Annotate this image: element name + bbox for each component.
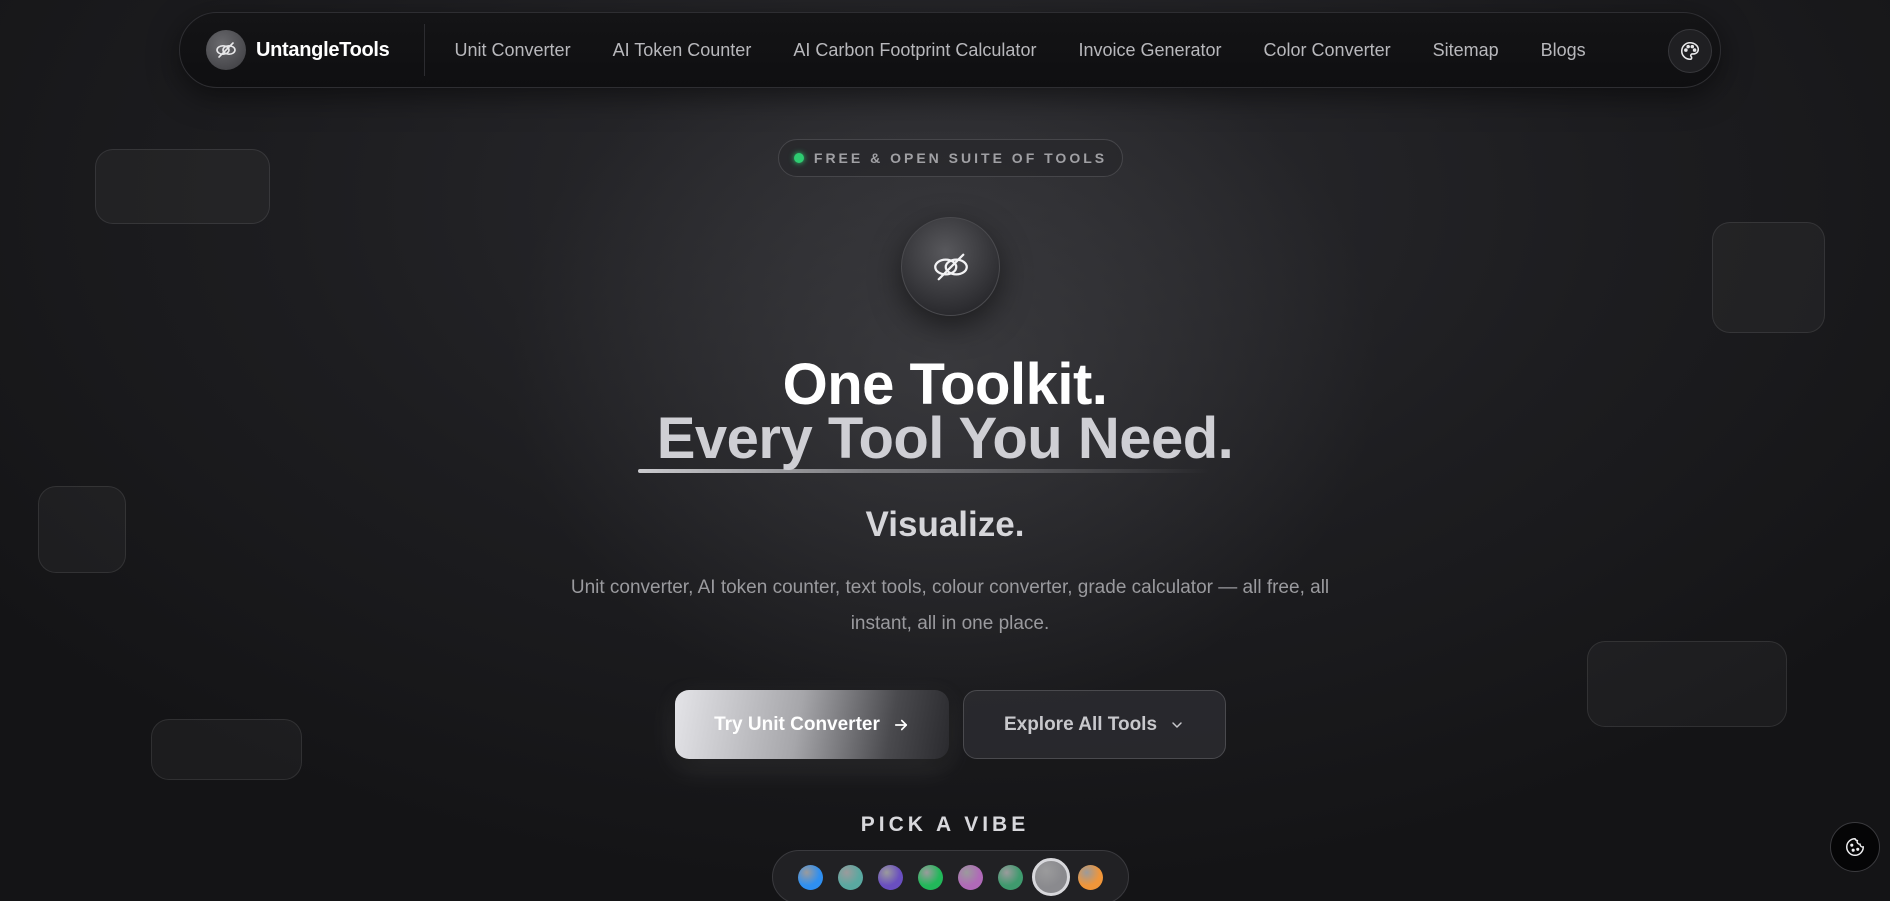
vibe-swatch-green[interactable] — [918, 864, 943, 890]
nav-link-ai-token-counter[interactable]: AI Token Counter — [613, 40, 752, 61]
page: UntangleTools Unit Converter AI Token Co… — [0, 0, 1890, 901]
hero-logo — [901, 217, 1000, 316]
hero-title-line2: Every Tool You Need. — [656, 406, 1234, 471]
vibe-swatch-teal[interactable] — [838, 864, 863, 890]
decorative-tile — [1587, 641, 1787, 727]
untangle-logo-icon — [933, 253, 968, 280]
primary-button-label: Try Unit Converter — [714, 713, 880, 735]
suite-badge: FREE & OPEN SUITE OF TOOLS — [778, 139, 1123, 177]
badge-text: FREE & OPEN SUITE OF TOOLS — [813, 150, 1108, 166]
cookie-icon — [1846, 838, 1864, 856]
brand-link[interactable]: UntangleTools — [206, 13, 390, 87]
nav-link-blogs[interactable]: Blogs — [1541, 40, 1586, 61]
decorative-tile — [1712, 222, 1825, 333]
nav-link-sitemap[interactable]: Sitemap — [1433, 40, 1499, 61]
vibe-swatch-orchid[interactable] — [958, 864, 983, 890]
theme-palette-button[interactable] — [1668, 29, 1712, 73]
status-dot — [793, 153, 804, 163]
palette-icon — [1681, 41, 1700, 61]
secondary-button-label: Explore All Tools — [1003, 713, 1158, 735]
decorative-tile — [151, 719, 302, 780]
nav-link-ai-carbon-footprint-calculator[interactable]: AI Carbon Footprint Calculator — [793, 40, 1036, 61]
rotating-word: Visualize. — [865, 505, 1025, 544]
nav-divider — [423, 24, 425, 76]
arrow-right-icon — [892, 716, 910, 734]
nav-links: Unit Converter AI Token Counter AI Carbo… — [455, 40, 1628, 61]
hero-description: Unit converter, AI token counter, text t… — [570, 577, 1330, 634]
vibe-swatch-bar — [772, 850, 1129, 901]
vibe-swatch-purple[interactable] — [878, 864, 903, 890]
cookie-settings-button[interactable] — [1830, 822, 1880, 872]
chevron-down-icon — [1169, 717, 1185, 733]
vibe-swatch-silver[interactable] — [1032, 858, 1070, 896]
title-underline — [638, 469, 1210, 473]
vibe-swatch-orange[interactable] — [1078, 864, 1103, 890]
nav-link-color-converter[interactable]: Color Converter — [1264, 40, 1391, 61]
top-navbar: UntangleTools Unit Converter AI Token Co… — [179, 12, 1721, 88]
pick-a-vibe-title: PICK A VIBE — [860, 813, 1030, 836]
untangle-logo-icon — [206, 30, 246, 70]
brand-name: UntangleTools — [256, 38, 390, 61]
try-unit-converter-button[interactable]: Try Unit Converter — [675, 690, 949, 759]
nav-link-invoice-generator[interactable]: Invoice Generator — [1078, 40, 1221, 61]
vibe-swatch-emerald[interactable] — [998, 864, 1023, 890]
nav-link-unit-converter[interactable]: Unit Converter — [455, 40, 571, 61]
explore-all-tools-button[interactable]: Explore All Tools — [963, 690, 1226, 759]
vibe-swatch-blue[interactable] — [798, 864, 823, 890]
decorative-tile — [95, 149, 270, 224]
